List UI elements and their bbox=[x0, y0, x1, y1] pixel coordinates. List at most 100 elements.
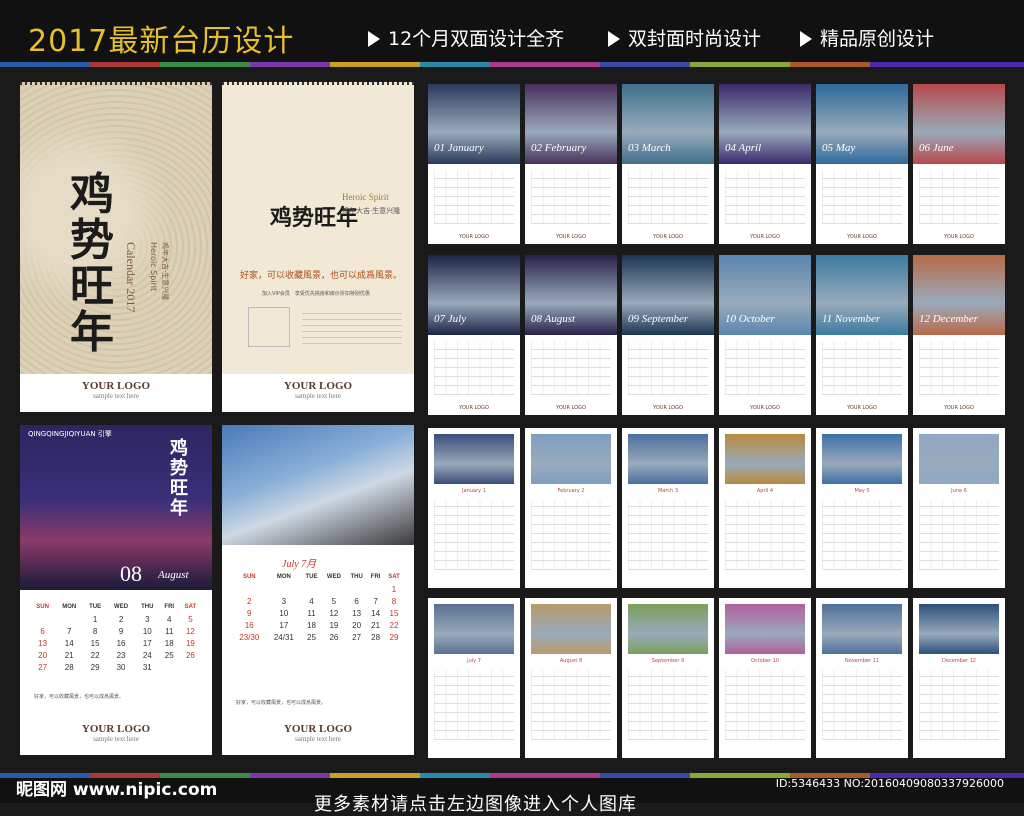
binding-rings bbox=[20, 82, 212, 85]
calendar-day: 24/31 bbox=[273, 632, 294, 642]
thumbnail-photo bbox=[531, 434, 611, 484]
thumbnail-photo bbox=[919, 604, 999, 654]
calendar-thumbnail: 09 September YOUR LOGO bbox=[622, 255, 714, 415]
calendar-day: 18 bbox=[307, 620, 316, 630]
calendar-day: 17 bbox=[279, 620, 289, 630]
mini-calendar-grid bbox=[822, 341, 902, 395]
calendar-day bbox=[267, 583, 302, 595]
calendar-day: 27 bbox=[38, 662, 48, 672]
thumbnail-logo: YOUR LOGO bbox=[459, 405, 489, 411]
mini-calendar-grid bbox=[628, 500, 708, 570]
month-label: July 7 bbox=[467, 658, 481, 664]
calendar-day: 26 bbox=[329, 632, 339, 642]
thumbnail-logo: YOUR LOGO bbox=[750, 405, 780, 411]
weekday-header: WED bbox=[326, 574, 341, 580]
calligraphy-title: 鸡势旺年 bbox=[170, 438, 188, 519]
vip-text: 加入VIP会员 享受优先挑房和房价折扣特别优惠 bbox=[262, 291, 370, 297]
month-label: 02 February bbox=[531, 142, 587, 154]
logo-text: YOUR LOGO bbox=[81, 723, 151, 735]
logo-area: YOUR LOGO sample text here bbox=[20, 717, 212, 755]
calendar-day: 25 bbox=[164, 650, 174, 660]
thumbnail-photo bbox=[628, 434, 708, 484]
calendar-day: 31 bbox=[142, 662, 152, 672]
mini-calendar-grid bbox=[531, 670, 611, 740]
month-label: October 10 bbox=[751, 658, 779, 664]
calendar-grid: SUN MON TUE WED THU FRI SAT 1 2 3 4 5 6 7 8 9 10 11 12 13 1… bbox=[30, 601, 202, 673]
arrow-right-icon bbox=[608, 31, 620, 47]
calendar-day: 16 bbox=[244, 620, 254, 630]
logo-area: YOUR LOGO sample text here bbox=[20, 374, 212, 412]
cover-slogan: 鸡年大吉·生意兴隆 bbox=[161, 242, 169, 301]
footnote: 好家，可以收藏風景，也可以成爲風景。 bbox=[236, 700, 327, 706]
month-label: 11 November bbox=[822, 313, 881, 325]
thumbnail-logo: YOUR LOGO bbox=[847, 405, 877, 411]
calendar-day: 6 bbox=[40, 626, 45, 636]
calendar-day bbox=[301, 583, 322, 595]
thumbnail-logo: YOUR LOGO bbox=[556, 234, 586, 240]
calendar-page-july: July 7月 SUN MON TUE WED THU FRI SAT 1234567891… bbox=[222, 425, 414, 755]
mini-calendar-grid bbox=[725, 170, 805, 224]
calendar-thumbnail: 10 October YOUR LOGO bbox=[719, 255, 811, 415]
thumbnail-photo bbox=[725, 434, 805, 484]
calendar-day: 19 bbox=[329, 620, 339, 630]
weekday-header: FRI bbox=[370, 574, 381, 580]
logo-text: YOUR LOGO bbox=[283, 723, 353, 735]
weekday-header: MON bbox=[276, 574, 291, 580]
map-icon bbox=[248, 307, 290, 347]
calendar-day: 12 bbox=[185, 626, 195, 636]
month-name: August bbox=[158, 569, 189, 581]
calendar-day: 18 bbox=[164, 638, 174, 648]
calendar-thumbnail: March 3 bbox=[622, 428, 714, 588]
cover-front: 鸡势旺年 Calendar 2017 Heroic Spirit 鸡年大吉·生意… bbox=[20, 82, 212, 412]
calendar-day: 7 bbox=[66, 626, 72, 636]
calendar-day: 10 bbox=[142, 626, 152, 636]
month-label: 05 May bbox=[822, 142, 856, 154]
feature-3: 精品原创设计 bbox=[800, 24, 934, 51]
weekday-header: WED bbox=[114, 604, 129, 610]
calendar-day: 8 bbox=[391, 596, 397, 606]
thumbnail-logo: YOUR LOGO bbox=[847, 234, 877, 240]
calendar-week-row: 2 3 4 5 6 7 8 bbox=[232, 595, 404, 607]
calendar-day: 23 bbox=[116, 650, 126, 660]
calendar-day bbox=[322, 583, 346, 595]
logo-sub: sample text here bbox=[93, 735, 139, 743]
calendar-week-row: 9 10 11 12 13 14 15 bbox=[232, 607, 404, 619]
weekday-header: THU bbox=[141, 604, 154, 610]
calendar-day: 12 bbox=[329, 608, 339, 618]
calendar-day: 14 bbox=[64, 638, 74, 648]
calendar-thumbnail: January 1 bbox=[428, 428, 520, 588]
calendar-week-row: 6 7 8 9 10 11 12 bbox=[30, 625, 202, 637]
calendar-day: 8 bbox=[92, 626, 98, 636]
mini-calendar-grid bbox=[725, 341, 805, 395]
weekday-header: SAT bbox=[184, 604, 197, 610]
feature-2: 双封面时尚设计 bbox=[608, 24, 761, 51]
thumbnail-photo bbox=[531, 604, 611, 654]
calendar-day: 3 bbox=[281, 596, 287, 606]
month-label: 08 August bbox=[531, 313, 576, 325]
cover-slogan: 鸡年大吉·生意兴隆 bbox=[342, 207, 401, 215]
mini-calendar-grid bbox=[725, 670, 805, 740]
mini-calendar-grid bbox=[822, 670, 902, 740]
month-label: 10 October bbox=[725, 313, 775, 325]
tagline: 好家，可以收藏風景，也可以成爲風景。 bbox=[239, 271, 402, 281]
calendar-day: 24 bbox=[142, 650, 152, 660]
calendar-thumbnail: 08 August YOUR LOGO bbox=[525, 255, 617, 415]
calendar-day: 9 bbox=[247, 608, 252, 618]
mini-calendar-grid bbox=[531, 341, 611, 395]
calendar-week-row: 27 28 29 30 31 bbox=[30, 661, 202, 673]
month-label: February 2 bbox=[557, 488, 585, 494]
calendar-day: 22 bbox=[90, 650, 100, 660]
mini-calendar-grid bbox=[822, 500, 902, 570]
calendar-day: 6 bbox=[354, 596, 359, 606]
calendar-thumbnail: 03 March YOUR LOGO bbox=[622, 84, 714, 244]
mini-calendar-grid bbox=[725, 500, 805, 570]
mini-calendar-grid bbox=[434, 170, 514, 224]
more-link[interactable]: 更多素材请点击左边图像进入个人图库 bbox=[314, 790, 637, 816]
month-label: June 6 bbox=[951, 488, 967, 494]
month-label: 06 June bbox=[919, 142, 954, 154]
month-label: August 8 bbox=[559, 658, 583, 664]
feature-1: 12个月双面设计全齐 bbox=[368, 24, 564, 51]
calendar-day: 13 bbox=[352, 608, 362, 618]
month-label: May 5 bbox=[854, 488, 870, 494]
cover-year: Calendar 2017 bbox=[124, 242, 138, 313]
